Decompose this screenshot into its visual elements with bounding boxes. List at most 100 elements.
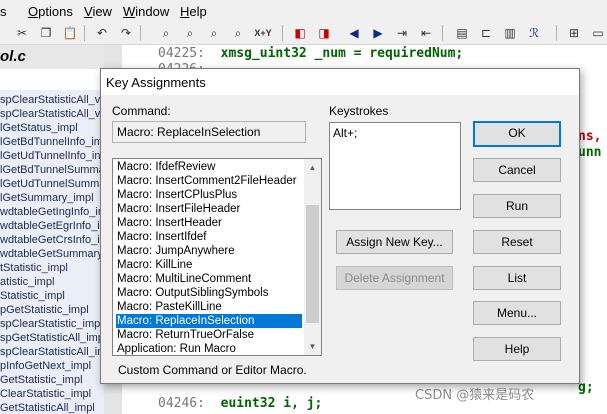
window-icon[interactable]: ▭ bbox=[590, 25, 606, 41]
list-button[interactable]: List bbox=[473, 266, 561, 290]
arrow-left-icon[interactable]: ◀ bbox=[346, 25, 362, 41]
xy-icon[interactable]: X+Y bbox=[252, 25, 274, 41]
command-list-item[interactable]: Macro: InsertComment2FileHeader bbox=[116, 174, 302, 188]
command-list-item[interactable]: Macro: InsertFileHeader bbox=[116, 202, 302, 216]
command-list[interactable]: Macro: IfdefReview Macro: InsertComment2F… bbox=[112, 158, 322, 356]
function-list-item[interactable]: lGetBdTunnelSumma bbox=[0, 163, 104, 177]
copy-icon[interactable]: ❐ bbox=[38, 25, 54, 41]
delete-assignment-button[interactable]: Delete Assignment bbox=[336, 266, 453, 290]
arrow-right-icon[interactable]: ▶ bbox=[370, 25, 386, 41]
toolbar-separator bbox=[140, 25, 141, 41]
find-prev-icon[interactable]: ⌕ bbox=[206, 25, 222, 41]
function-list-item[interactable]: atistic_impl bbox=[0, 275, 54, 289]
menu-help[interactable]: Help bbox=[180, 4, 207, 19]
function-list-item[interactable]: spClearStatistic_impl bbox=[0, 317, 103, 331]
ok-button[interactable]: OK bbox=[473, 121, 561, 147]
command-list-item[interactable]: Macro: ReplaceInSelection bbox=[116, 314, 302, 328]
reset-button[interactable]: Reset bbox=[473, 230, 561, 254]
menu-options[interactable]: Options bbox=[28, 4, 73, 19]
indent-icon[interactable]: ⇥ bbox=[394, 25, 410, 41]
function-list-item[interactable]: GetStatisticAll_impl bbox=[0, 401, 95, 414]
function-list-item[interactable]: wdtableGetEgrInfo_in bbox=[0, 219, 104, 233]
command-list-scrollbar[interactable]: ▲ ▼ bbox=[304, 159, 321, 355]
file-tab[interactable]: ol.c bbox=[0, 45, 120, 69]
command-list-item[interactable]: Macro: PasteKillLine bbox=[116, 300, 302, 314]
toolbar-separator bbox=[282, 25, 283, 41]
outdent-icon[interactable]: ⇤ bbox=[418, 25, 434, 41]
function-list-item[interactable]: GetStatistic_impl bbox=[0, 373, 83, 387]
function-list-item[interactable]: pInfoGetNext_impl bbox=[0, 359, 91, 373]
function-list-item[interactable]: lGetUdTunnelInfo_in bbox=[0, 149, 101, 163]
code-text: xmsg_uint32 _num = requiredNum; bbox=[220, 46, 464, 61]
redo-icon[interactable]: ↷ bbox=[118, 25, 134, 41]
line-number: 04225: bbox=[158, 46, 205, 61]
menu-button[interactable]: Menu... bbox=[473, 301, 561, 325]
scroll-down-icon[interactable]: ▼ bbox=[304, 338, 321, 355]
file-tab-label: ol.c bbox=[0, 48, 26, 65]
command-list-item[interactable]: Macro: InsertIfdef bbox=[116, 230, 302, 244]
command-list-item[interactable]: Application: Run Macro bbox=[116, 342, 302, 355]
help-button[interactable]: Help bbox=[473, 337, 561, 361]
find-next-icon[interactable]: ⌕ bbox=[182, 25, 198, 41]
command-list-item[interactable]: Macro: JumpAnywhere bbox=[116, 244, 302, 258]
paste-icon[interactable]: 📋 bbox=[62, 25, 78, 41]
run-button[interactable]: Run bbox=[473, 194, 561, 218]
window-split-icon[interactable]: ⊞ bbox=[566, 25, 582, 41]
function-list-item[interactable]: lGetSummary_impl bbox=[0, 191, 94, 205]
function-list-item[interactable]: spGetStatisticAll_impl bbox=[0, 331, 104, 345]
command-list-item[interactable]: Macro: IfdefReview bbox=[116, 160, 302, 174]
cancel-button[interactable]: Cancel bbox=[473, 158, 561, 182]
function-list-item[interactable]: Statistic_impl bbox=[0, 289, 65, 303]
function-list-item[interactable]: pGetStatistic_impl bbox=[0, 303, 89, 317]
scroll-thumb[interactable] bbox=[306, 205, 319, 323]
command-field[interactable]: Macro: ReplaceInSelection bbox=[112, 121, 306, 143]
function-list-item[interactable]: wdtableGetSummaryI bbox=[0, 247, 104, 261]
command-label: Command: bbox=[112, 104, 171, 118]
symbol-window-icon[interactable]: ▤ bbox=[454, 25, 470, 41]
toolbar: ✂ ❐ 📋 ↶ ↷ ⌕ ⌕ ⌕ ⌕ X+Y ◧ ◨ ◀ ▶ ⇥ ⇤ ▤ ⊏ ▥ … bbox=[0, 22, 607, 45]
function-list-item[interactable]: wdtableGetCrsInfo_in bbox=[0, 233, 104, 247]
code-text: euint32 i, j; bbox=[220, 396, 323, 411]
function-list-item[interactable]: lGetUdTunnelSumma bbox=[0, 177, 104, 191]
keystrokes-list[interactable]: Alt+; bbox=[329, 122, 461, 210]
function-list-item[interactable]: wdtableGetIngInfo_in bbox=[0, 205, 104, 219]
command-list-item[interactable]: Macro: ReturnTrueOrFalse bbox=[116, 328, 302, 342]
replace-icon[interactable]: ⌕ bbox=[230, 25, 246, 41]
assign-new-key-button[interactable]: Assign New Key... bbox=[336, 230, 453, 254]
bookmark-next-icon[interactable]: ◨ bbox=[316, 25, 332, 41]
function-list-item[interactable]: spClearStatisticAll_v1 bbox=[0, 93, 104, 107]
function-list-item[interactable]: spClearStatisticAll_im bbox=[0, 345, 104, 359]
menu-window[interactable]: Window bbox=[123, 4, 169, 19]
menu-tools[interactable]: s bbox=[0, 4, 7, 19]
line-number: 04246: bbox=[158, 396, 205, 411]
function-list-item[interactable]: lGetStatus_impl bbox=[0, 121, 78, 135]
command-list-item[interactable]: Macro: OutputSiblingSymbols bbox=[116, 286, 302, 300]
book-icon[interactable]: ▥ bbox=[502, 25, 518, 41]
command-list-item[interactable]: Macro: KillLine bbox=[116, 258, 302, 272]
code-fragment: ns, bbox=[578, 129, 602, 144]
function-list-item[interactable]: ClearStatistic_impl bbox=[0, 387, 91, 401]
command-list-item[interactable]: Macro: MultiLineComment bbox=[116, 272, 302, 286]
menu-view[interactable]: View bbox=[84, 4, 112, 19]
code-fragment: unn bbox=[578, 145, 602, 160]
watermark: CSDN @猿来是码农 bbox=[415, 388, 535, 403]
command-description: Custom Command or Editor Macro. bbox=[118, 363, 307, 377]
find-icon[interactable]: ⌕ bbox=[158, 25, 174, 41]
bracket-icon[interactable]: ⊏ bbox=[478, 25, 494, 41]
keystroke-item[interactable]: Alt+; bbox=[333, 126, 357, 140]
bookmark-prev-icon[interactable]: ◧ bbox=[292, 25, 308, 41]
dialog-title-bar[interactable]: Key Assignments bbox=[101, 69, 579, 95]
scroll-up-icon[interactable]: ▲ bbox=[304, 159, 321, 176]
cut-icon[interactable]: ✂ bbox=[14, 25, 30, 41]
code-line: 04225: xmsg_uint32 _num = requiredNum; bbox=[158, 46, 463, 61]
function-list-item[interactable]: spClearStatisticAll_v2 bbox=[0, 107, 104, 121]
command-list-item[interactable]: Macro: InsertHeader bbox=[116, 216, 302, 230]
menu-bar: s Options View Window Help bbox=[0, 0, 607, 22]
bookmark-icon[interactable]: ℛ bbox=[526, 25, 542, 41]
toolbar-separator bbox=[442, 25, 443, 41]
function-list-item[interactable]: lGetBdTunnelInfo_im bbox=[0, 135, 103, 149]
function-list-item[interactable]: tStatistic_impl bbox=[0, 261, 68, 275]
key-assignments-dialog: Key Assignments Command: Macro: ReplaceI… bbox=[100, 68, 580, 384]
undo-icon[interactable]: ↶ bbox=[94, 25, 110, 41]
command-list-item[interactable]: Macro: InsertCPlusPlus bbox=[116, 188, 302, 202]
